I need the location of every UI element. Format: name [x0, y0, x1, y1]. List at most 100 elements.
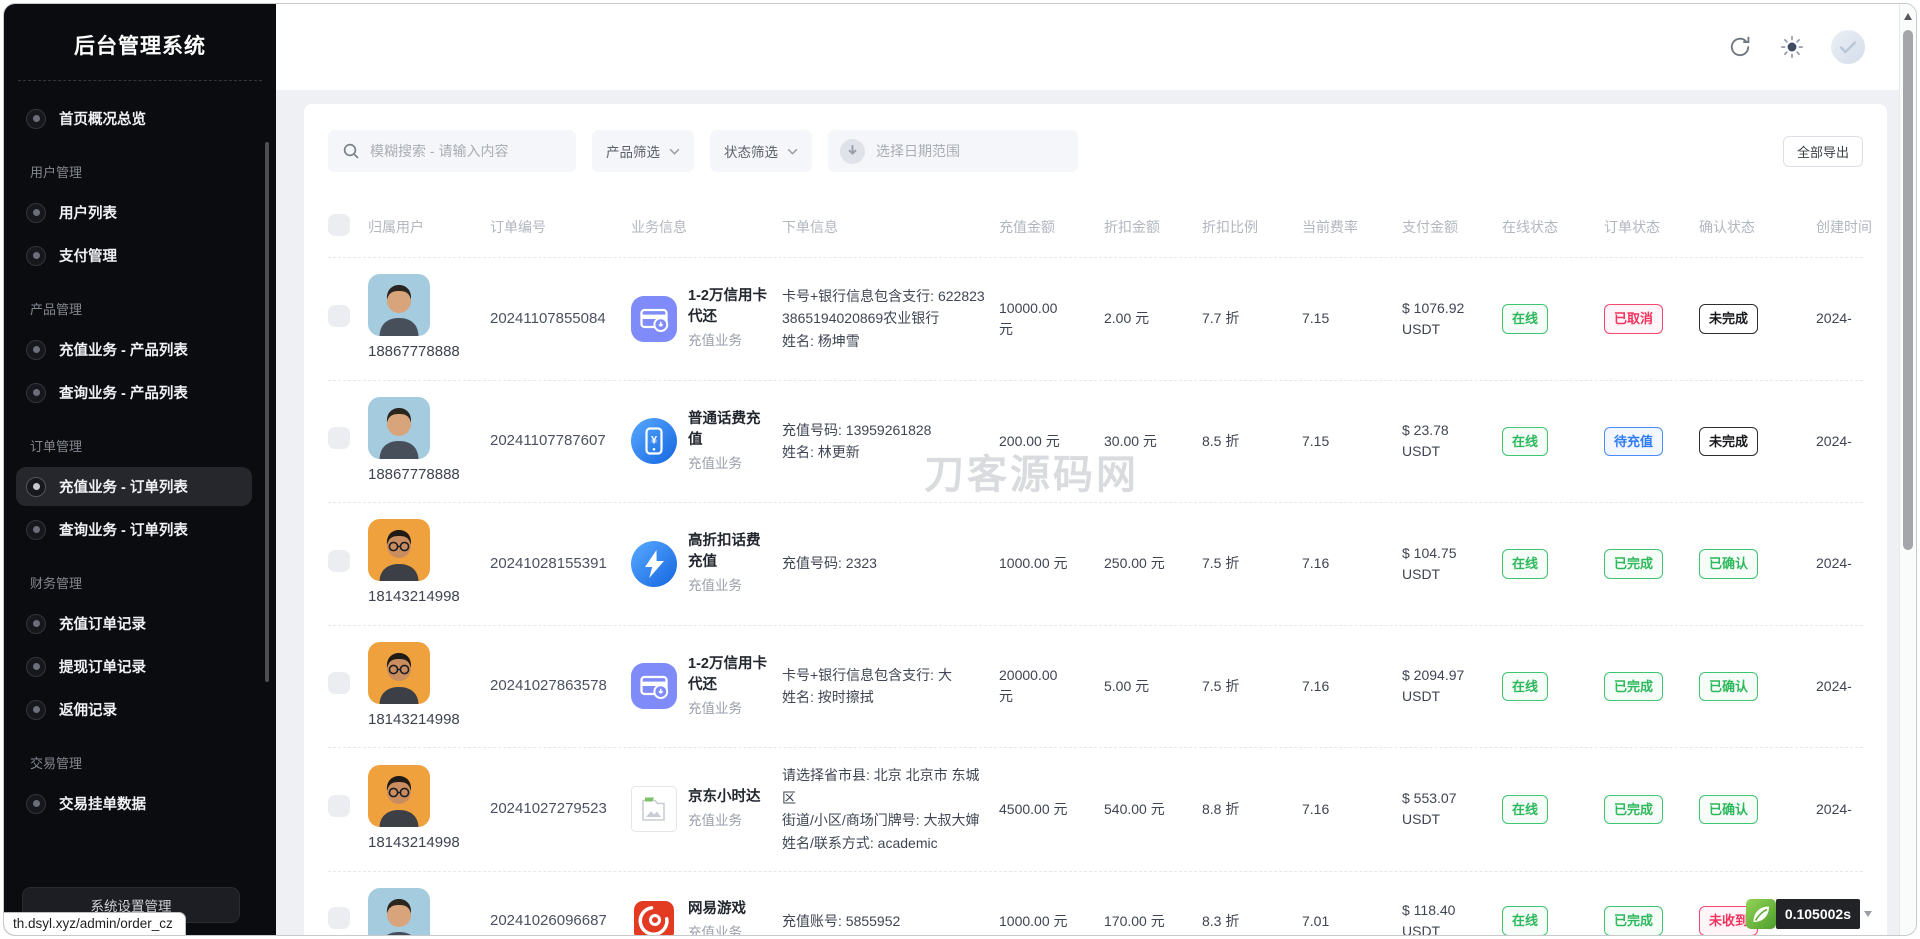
cell-discount-ratio: 8.5 折 [1202, 431, 1302, 452]
cell-discount-ratio: 7.5 折 [1202, 553, 1302, 574]
business-type: 充值业务 [688, 811, 761, 831]
sidebar-scrollbar-thumb[interactable] [265, 142, 269, 682]
cell-user: 18143214998 [368, 642, 490, 732]
cell-created-time: 2024- [1816, 799, 1863, 820]
cell-business-info: ¥ 普通话费充值 充值业务 [631, 409, 782, 474]
column-header: 业务信息 [631, 217, 782, 237]
status-bar-url: th.dsyl.xyz/admin/order_cz [4, 912, 186, 935]
product-name: 网易游戏 [688, 899, 746, 920]
column-header: 折扣金额 [1104, 217, 1202, 237]
page-scrollbar[interactable] [1899, 4, 1916, 935]
cell-user: 18867778888 [368, 397, 490, 487]
menu-dot-icon [26, 340, 46, 360]
sidebar-item[interactable]: 充值业务 - 产品列表 [16, 330, 252, 369]
load-widget-caret-icon[interactable] [1864, 911, 1872, 917]
sidebar-item-label: 提现订单记录 [59, 656, 146, 677]
avatar-man-orange [368, 519, 430, 581]
product-icon [631, 898, 677, 936]
select-all-checkbox[interactable] [328, 214, 350, 236]
row-checkbox[interactable] [328, 550, 350, 572]
date-range-picker[interactable]: 选择日期范围 [828, 130, 1078, 172]
export-all-button[interactable]: 全部导出 [1783, 136, 1863, 167]
sidebar-item-label: 查询业务 - 产品列表 [59, 382, 188, 403]
menu-dot-icon [26, 246, 46, 266]
cell-current-rate: 7.16 [1302, 676, 1402, 697]
sidebar-item-label: 交易挂单数据 [59, 793, 146, 814]
sidebar: 后台管理系统 首页概况总览用户管理用户列表支付管理产品管理充值业务 - 产品列表… [4, 4, 276, 935]
search-input[interactable]: 模糊搜索 - 请输入内容 [328, 130, 576, 172]
sidebar-item-label: 支付管理 [59, 245, 117, 266]
product-icon: ¥ [631, 418, 677, 464]
sidebar-item[interactable]: 支付管理 [16, 236, 252, 275]
credit-card-icon [631, 296, 677, 342]
sidebar-item[interactable]: 首页概况总览 [16, 99, 252, 138]
column-header: 确认状态 [1699, 217, 1816, 237]
scrollbar-up-arrow-icon[interactable] [1904, 13, 1912, 20]
sidebar-item[interactable]: 交易挂单数据 [16, 784, 252, 823]
main-area: 模糊搜索 - 请输入内容 产品筛选 状态筛选 [276, 4, 1899, 935]
sidebar-item-label: 首页概况总览 [59, 108, 146, 129]
cell-discount-ratio: 8.8 折 [1202, 799, 1302, 820]
confirm-status-badge: 已确认 [1699, 672, 1758, 702]
sidebar-item[interactable]: 提现订单记录 [16, 647, 252, 686]
avatar-man-blue [368, 274, 430, 336]
netease-game-icon [631, 898, 677, 936]
status-filter-dropdown[interactable]: 状态筛选 [710, 130, 812, 172]
sidebar-section-header: 产品管理 [30, 299, 250, 318]
row-checkbox[interactable] [328, 907, 350, 929]
cell-current-rate: 7.15 [1302, 308, 1402, 329]
menu-dot-icon [26, 700, 46, 720]
cell-order-number: 20241107787607 [490, 430, 631, 453]
column-header: 折扣比例 [1202, 217, 1302, 237]
sidebar-item-label: 查询业务 - 订单列表 [59, 519, 188, 540]
cell-pay-amount: $ 23.78USDT [1402, 420, 1502, 462]
column-header: 下单信息 [782, 217, 999, 237]
search-icon [342, 142, 360, 160]
sidebar-item[interactable]: 充值订单记录 [16, 604, 252, 643]
row-checkbox[interactable] [328, 305, 350, 327]
cell-recharge-amount: 1000.00 元 [999, 911, 1104, 932]
date-placeholder: 选择日期范围 [876, 141, 960, 161]
row-checkbox[interactable] [328, 672, 350, 694]
sidebar-item-label: 充值订单记录 [59, 613, 146, 634]
cell-recharge-amount: 10000.00元 [999, 298, 1104, 340]
sidebar-item[interactable]: 用户列表 [16, 193, 252, 232]
confirm-status-badge: 已确认 [1699, 549, 1758, 579]
sidebar-item-label: 充值业务 - 订单列表 [59, 476, 188, 497]
cell-order-number: 20241027863578 [490, 675, 631, 698]
product-name: 1-2万信用卡代还 [688, 286, 770, 328]
sidebar-item[interactable]: 查询业务 - 订单列表 [16, 510, 252, 549]
row-checkbox[interactable] [328, 427, 350, 449]
sidebar-item[interactable]: 查询业务 - 产品列表 [16, 373, 252, 412]
order-list-card: 模糊搜索 - 请输入内容 产品筛选 状态筛选 [304, 104, 1887, 936]
avatar-man-orange [368, 765, 430, 827]
cell-discount-amount: 540.00 元 [1104, 799, 1202, 820]
confirm-status-badge: 未完成 [1699, 427, 1758, 457]
cell-order-number: 20241107855084 [490, 308, 631, 331]
theme-toggle-sun-icon[interactable] [1779, 34, 1805, 60]
user-avatar[interactable] [1831, 30, 1865, 64]
menu-dot-icon [26, 657, 46, 677]
page-load-time-widget[interactable]: 0.105002s [1746, 899, 1872, 929]
product-name: 京东小时达 [688, 787, 761, 808]
refresh-icon[interactable] [1727, 34, 1753, 60]
cell-user: 18143214998 [368, 519, 490, 609]
cell-discount-ratio: 7.5 折 [1202, 676, 1302, 697]
online-status-badge: 在线 [1502, 906, 1548, 936]
column-header: 当前费率 [1302, 217, 1402, 237]
business-type: 充值业务 [688, 454, 770, 474]
cell-discount-amount: 250.00 元 [1104, 553, 1202, 574]
row-checkbox[interactable] [328, 795, 350, 817]
cell-order-detail: 请选择省市县: 北京 北京市 东城区街道/小区/商场门牌号: 大叔大婶姓名/联系… [782, 764, 999, 855]
table-row: 20241026096687 网易游戏 充值业务 充值账号: 5855952 1… [328, 871, 1863, 936]
scrollbar-thumb[interactable] [1903, 30, 1913, 550]
screenshot-root: 后台管理系统 首页概况总览用户管理用户列表支付管理产品管理充值业务 - 产品列表… [0, 0, 1920, 939]
cell-recharge-amount: 20000.00元 [999, 665, 1104, 707]
product-filter-dropdown[interactable]: 产品筛选 [592, 130, 694, 172]
order-status-badge: 待充值 [1604, 427, 1663, 457]
column-header: 订单状态 [1604, 217, 1699, 237]
sidebar-item[interactable]: 充值业务 - 订单列表 [16, 467, 252, 506]
user-avatar-photo [368, 765, 430, 827]
sidebar-item[interactable]: 返佣记录 [16, 690, 252, 729]
check-icon [1839, 40, 1857, 54]
